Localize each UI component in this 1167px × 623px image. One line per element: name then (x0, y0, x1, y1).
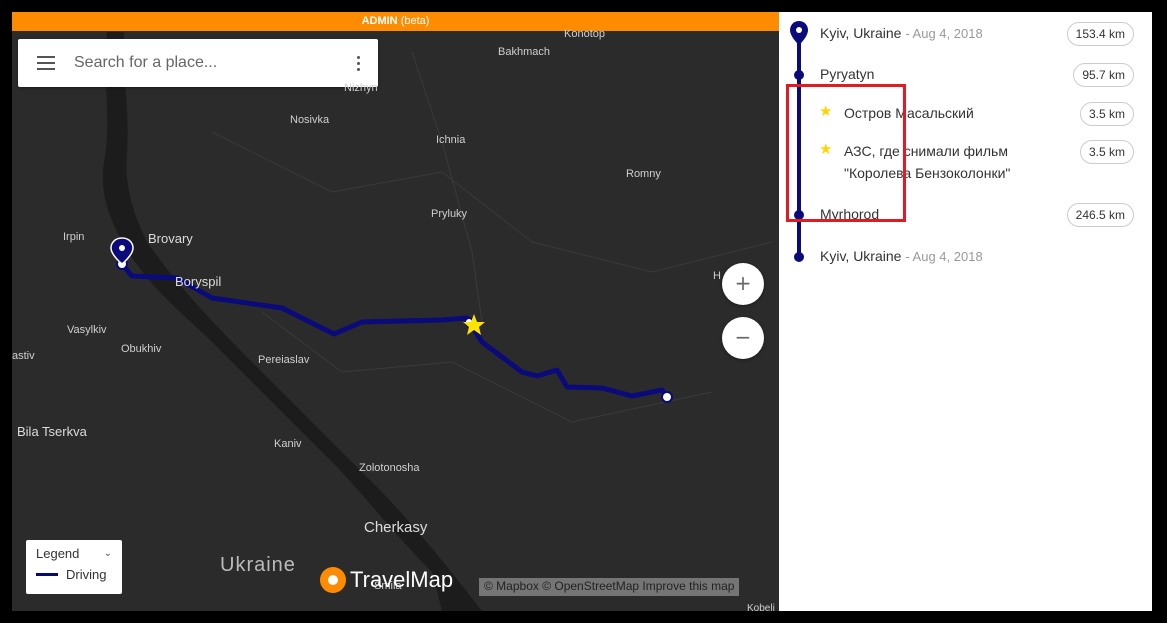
location-pin-center (119, 245, 125, 251)
admin-suffix: (beta) (400, 15, 430, 27)
map-attribution[interactable]: © Mapbox © OpenStreetMap Improve this ma… (479, 578, 740, 596)
place-label: H (713, 270, 721, 282)
legend-title: Legend (36, 546, 80, 561)
place-label: Bakhmach (498, 46, 550, 58)
place-label: Cherkasy (364, 519, 428, 536)
search-input[interactable] (74, 54, 334, 72)
place-label: Nosivka (290, 114, 330, 126)
place-label: Romny (626, 168, 661, 180)
legend-item-driving: Driving (66, 567, 107, 582)
legend-panel[interactable]: Legend ⌄ Driving (26, 540, 122, 594)
location-pin-icon (790, 21, 808, 45)
place-label: Zolotonosha (359, 462, 420, 474)
menu-icon[interactable] (18, 56, 74, 70)
zoom-in-button[interactable]: + (722, 263, 764, 305)
route-end-dot[interactable] (661, 391, 673, 403)
distance-badge: 3.5 km (1079, 140, 1134, 164)
place-label: Konotop (564, 28, 605, 40)
place-label: Ichnia (436, 134, 466, 146)
place-label: Pryluky (431, 208, 468, 220)
region-boundary-3 (411, 51, 483, 323)
place-label: Vasylkiv (67, 324, 107, 336)
search-box[interactable] (18, 39, 378, 87)
distance-badge: 3.5 km (1079, 102, 1134, 126)
app-frame: ADMIN (beta) Konotop Bakhmach Nizhyn Nos… (12, 12, 1152, 611)
admin-bar: ADMIN (beta) (12, 12, 779, 31)
distance-badge: 95.7 km (1073, 63, 1134, 87)
place-label: Bila Tserkva (17, 424, 87, 439)
place-label: Kaniv (274, 438, 302, 450)
place-label: Irpin (63, 231, 85, 243)
brand-name: TravelMap (350, 567, 454, 592)
zoom-out-button[interactable]: − (722, 317, 764, 359)
highlight-box (786, 84, 906, 222)
region-boundary-2 (261, 311, 713, 423)
stop-name: Kyiv, Ukraine - Aug 4, 2018 (820, 248, 983, 264)
more-options-icon[interactable] (338, 55, 378, 71)
admin-label: ADMIN (361, 15, 398, 27)
place-label: Brovary (148, 231, 193, 246)
place-label: Nizhyn (344, 82, 378, 94)
place-label: Kobeli (747, 603, 775, 611)
stop-name: Kyiv, Ukraine - Aug 4, 2018 (820, 25, 983, 41)
stop-name: Pyryatyn (820, 66, 875, 82)
travelmap-logo: TravelMap (320, 567, 453, 593)
place-label: Obukhiv (121, 343, 162, 355)
stop-date: - Aug 4, 2018 (905, 249, 983, 264)
stop-dot (794, 70, 804, 80)
chevron-down-icon[interactable]: ⌄ (104, 548, 112, 559)
distance-badge: 246.5 km (1066, 203, 1134, 227)
place-label: Boryspil (175, 274, 222, 289)
region-boundary (211, 131, 773, 273)
place-label: astiv (12, 350, 35, 362)
stop-date: - Aug 4, 2018 (905, 26, 983, 41)
map-view[interactable]: ADMIN (beta) Konotop Bakhmach Nizhyn Nos… (12, 12, 779, 611)
stop-dot (794, 252, 804, 262)
driving-swatch (36, 573, 58, 576)
place-label: Pereiaslav (258, 354, 310, 366)
distance-badge: 153.4 km (1066, 22, 1134, 46)
country-label: Ukraine (220, 554, 296, 576)
travelmap-logo-icon (320, 567, 346, 593)
